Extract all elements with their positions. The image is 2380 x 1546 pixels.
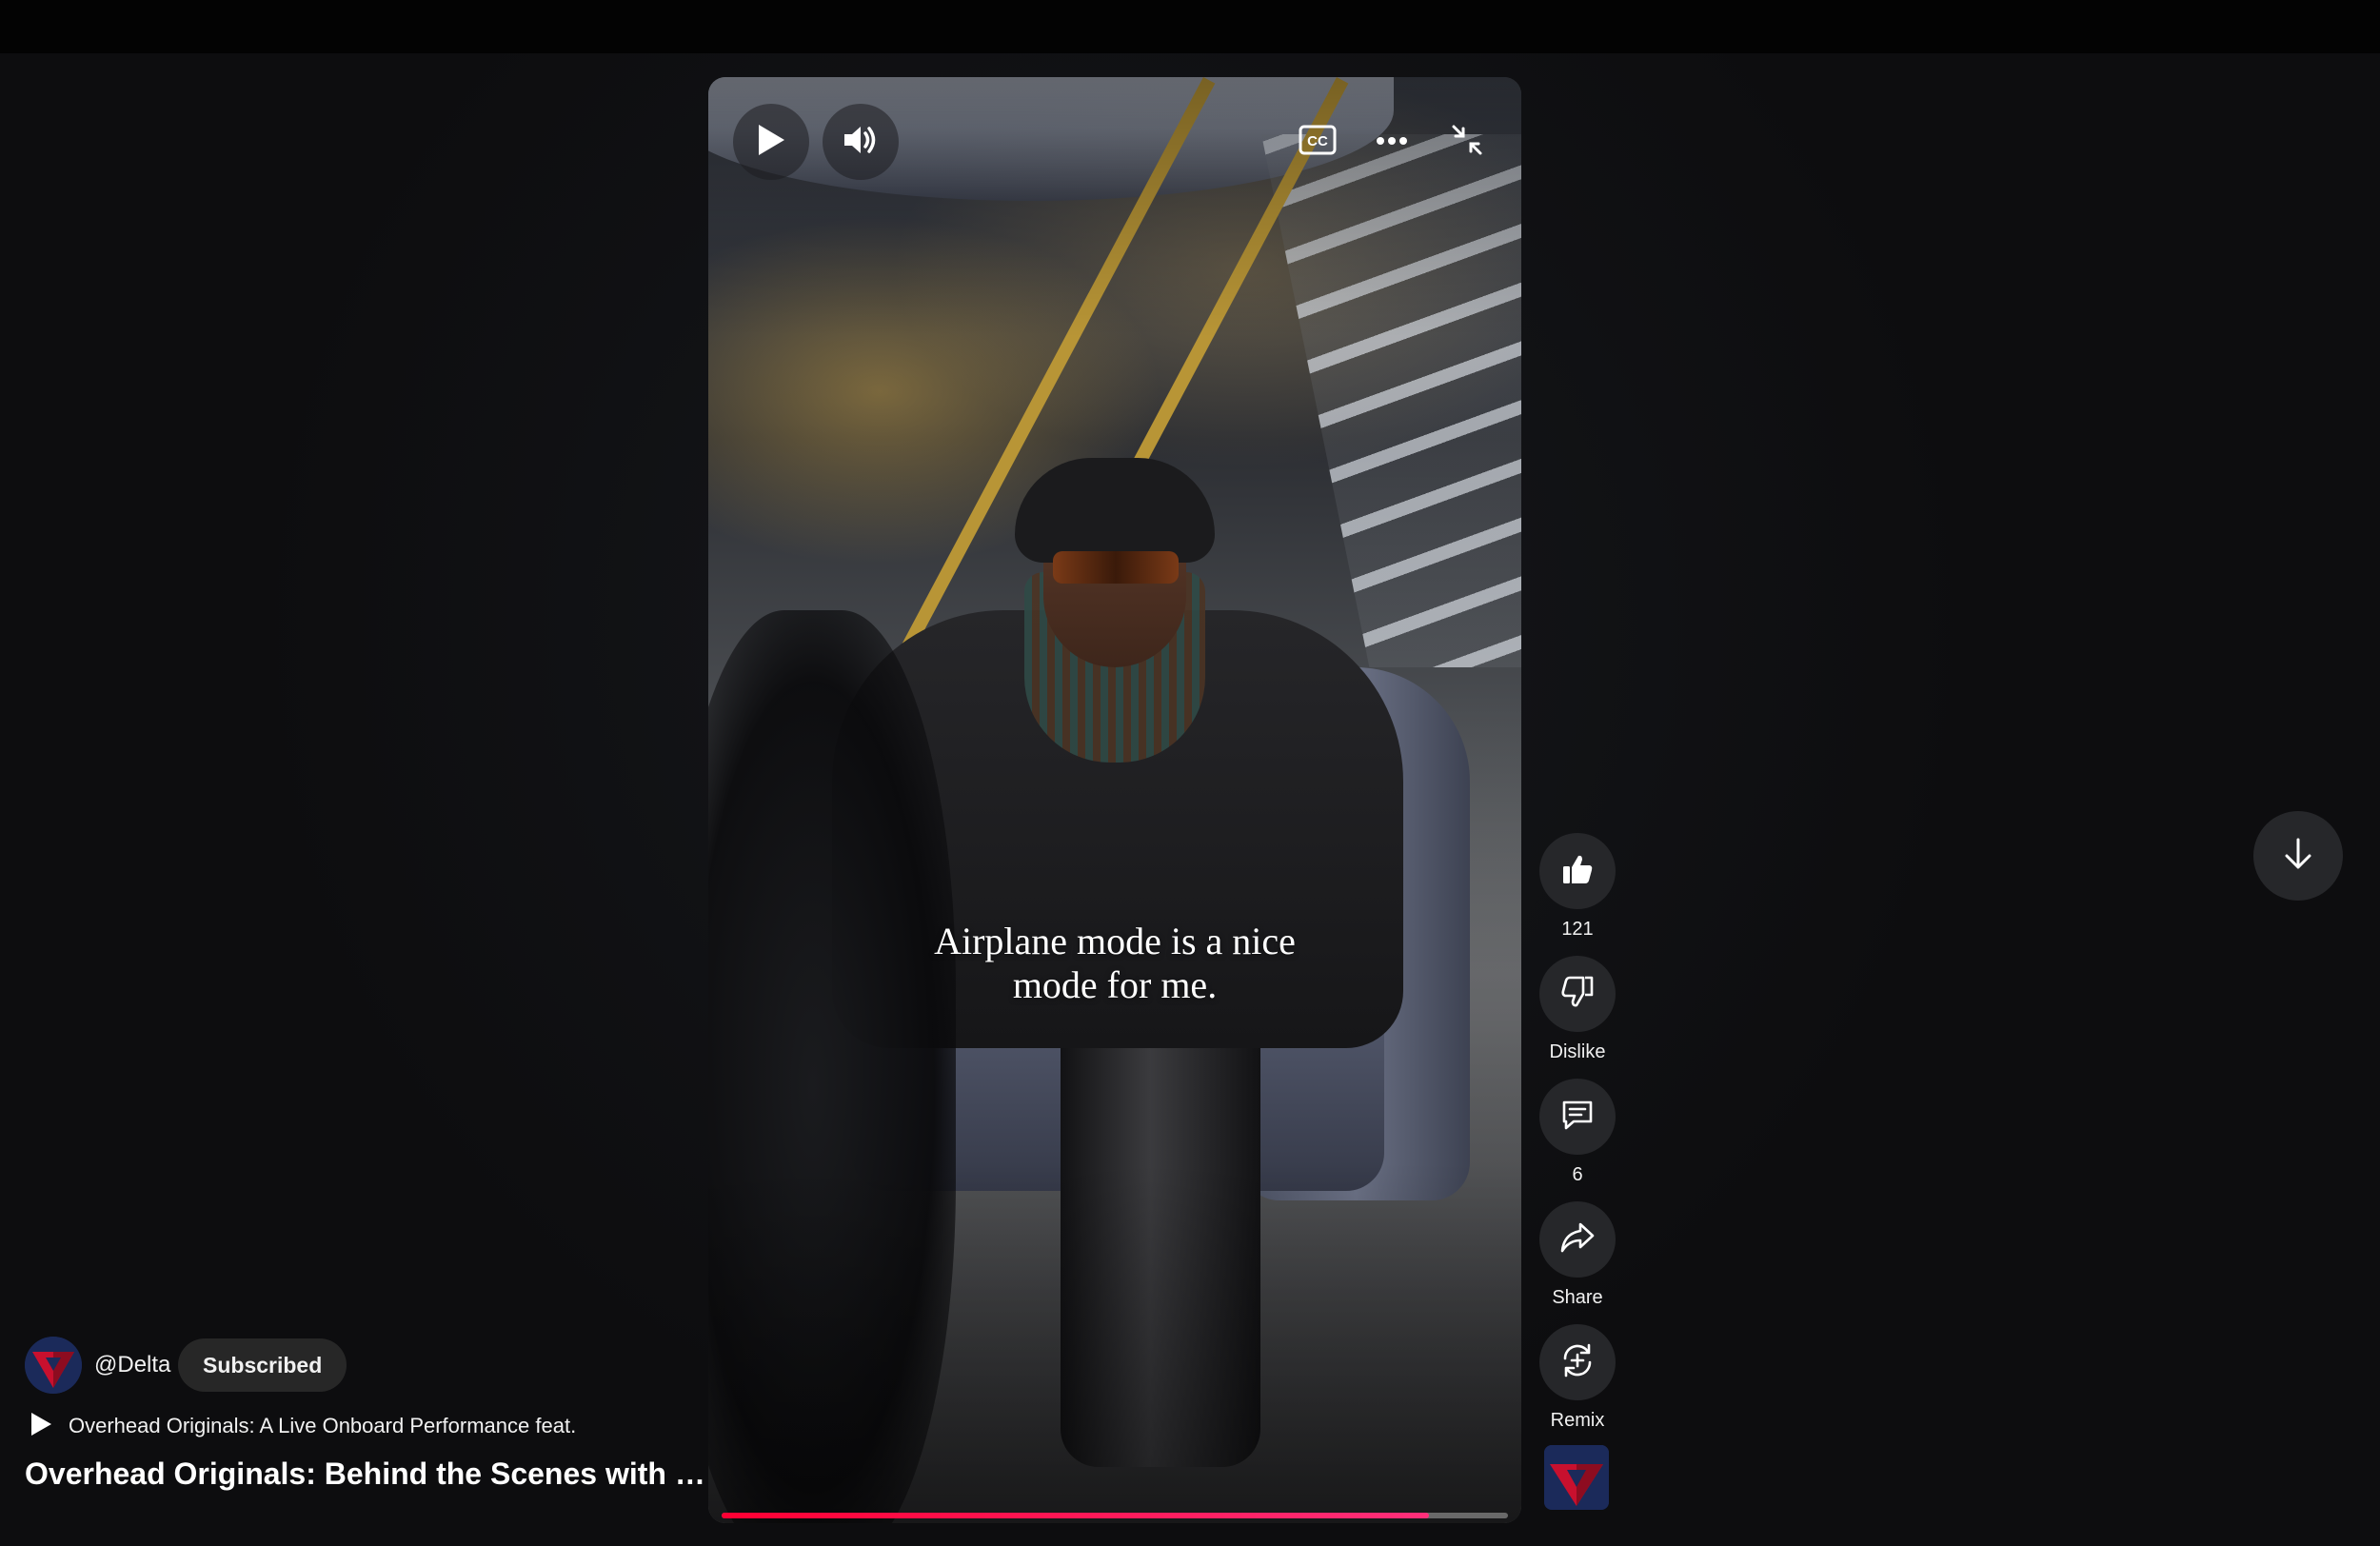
video-progress-bar[interactable]	[722, 1513, 1508, 1518]
video-title[interactable]: Overhead Originals: Behind the Scenes wi…	[25, 1455, 710, 1493]
collapse-button[interactable]	[1437, 111, 1497, 172]
play-icon	[755, 122, 787, 163]
volume-icon	[842, 122, 880, 163]
channel-avatar[interactable]	[25, 1337, 82, 1394]
play-button[interactable]	[733, 104, 809, 180]
comments-button[interactable]	[1539, 1079, 1616, 1155]
playlist-title: Overhead Originals: A Live Onboard Perfo…	[69, 1414, 577, 1437]
share-button[interactable]	[1539, 1201, 1616, 1278]
comments-action: 6	[1539, 1079, 1616, 1185]
top-bar	[0, 0, 2380, 53]
remix-icon	[1559, 1342, 1596, 1383]
svg-text:CC: CC	[1307, 133, 1328, 149]
channel-handle[interactable]: @Delta	[94, 1352, 170, 1378]
remix-label: Remix	[1550, 1410, 1605, 1431]
dislike-action: Dislike	[1539, 956, 1616, 1062]
video-progress-fill	[722, 1513, 1430, 1518]
share-label: Share	[1552, 1287, 1603, 1308]
remix-button[interactable]	[1539, 1324, 1616, 1400]
comment-icon	[1560, 1098, 1595, 1137]
remix-action: Remix	[1539, 1324, 1616, 1431]
comment-count: 6	[1572, 1164, 1583, 1185]
video-frame	[708, 77, 1521, 1523]
captions-button[interactable]: CC	[1287, 111, 1348, 172]
dislike-button[interactable]	[1539, 956, 1616, 1032]
like-action: 121	[1539, 833, 1616, 940]
dislike-label: Dislike	[1549, 1041, 1606, 1062]
share-action: Share	[1539, 1201, 1616, 1308]
next-video-button[interactable]	[2253, 811, 2343, 901]
subscribe-button[interactable]: Subscribed	[178, 1338, 347, 1392]
delta-logo-icon	[25, 1337, 82, 1394]
arrow-down-icon	[2282, 837, 2314, 876]
like-button[interactable]	[1539, 833, 1616, 909]
thumbs-down-icon	[1560, 975, 1595, 1014]
thumbs-up-icon	[1560, 852, 1595, 891]
more-horizontal-icon	[1376, 133, 1408, 150]
channel-thumbnail-button[interactable]	[1544, 1445, 1609, 1510]
play-icon	[29, 1411, 53, 1442]
shorts-video-player[interactable]: Airplane mode is a nice mode for me. CC	[708, 77, 1521, 1523]
volume-button[interactable]	[823, 104, 899, 180]
delta-logo-icon	[1544, 1445, 1609, 1510]
closed-captions-icon: CC	[1299, 125, 1337, 160]
collapse-icon	[1451, 124, 1483, 161]
more-options-button[interactable]	[1361, 111, 1422, 172]
share-icon	[1559, 1221, 1596, 1259]
like-count: 121	[1561, 919, 1594, 940]
video-caption: Airplane mode is a nice mode for me.	[934, 920, 1296, 1006]
playlist-link[interactable]: Overhead Originals: A Live Onboard Perfo…	[29, 1411, 576, 1441]
